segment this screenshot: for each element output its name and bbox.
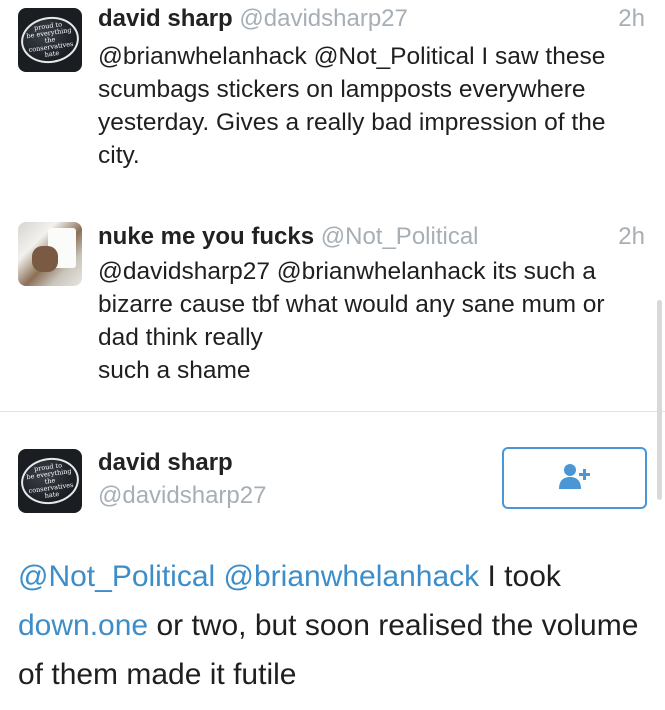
- author-name[interactable]: david sharp @davidsharp27: [98, 5, 408, 33]
- scrollbar[interactable]: [657, 300, 662, 500]
- follow-button[interactable]: [502, 447, 647, 509]
- divider: [0, 411, 665, 412]
- add-user-icon: [558, 462, 592, 495]
- tweet-text: @davidsharp27 @brianwhelanhack its such …: [98, 255, 648, 387]
- avatar[interactable]: proud to be everything the conservatives…: [18, 449, 82, 513]
- mention-link[interactable]: @Not_Political: [18, 560, 215, 593]
- author-handle: @davidsharp27: [239, 5, 408, 32]
- tweet-item[interactable]: nuke me you fucks @Not_Political 2h @dav…: [0, 210, 665, 410]
- mention-link[interactable]: @brianwhelanhack: [224, 560, 480, 593]
- author-name[interactable]: nuke me you fucks @Not_Political: [98, 223, 479, 251]
- url-link[interactable]: down.one: [18, 609, 148, 642]
- tweet-text: @Not_Political @brianwhelanhack I took d…: [18, 552, 648, 699]
- badge-text-line: hate: [44, 489, 60, 500]
- avatar[interactable]: [18, 222, 82, 286]
- timestamp: 2h: [618, 223, 645, 250]
- avatar[interactable]: proud to be everything the conservatives…: [18, 8, 82, 72]
- tweet-body: such a shame: [98, 357, 251, 384]
- timestamp: 2h: [618, 5, 645, 32]
- badge-text-line: hate: [44, 48, 60, 59]
- tweet-body: I took: [487, 560, 561, 593]
- tweet-text: @brianwhelanhack @Not_Political I saw th…: [98, 40, 648, 172]
- author-handle[interactable]: @davidsharp27: [98, 482, 266, 510]
- author-display-name[interactable]: david sharp: [98, 449, 233, 477]
- author-handle: @Not_Political: [320, 223, 479, 250]
- mention-link[interactable]: @Not_Political: [314, 43, 475, 70]
- tweet-item[interactable]: proud to be everything the conservatives…: [0, 0, 665, 200]
- mention-link[interactable]: @davidsharp27: [98, 258, 270, 285]
- mention-link[interactable]: @brianwhelanhack: [98, 43, 307, 70]
- mention-link[interactable]: @brianwhelanhack: [277, 258, 486, 285]
- author-display-name: nuke me you fucks: [98, 223, 315, 250]
- author-display-name: david sharp: [98, 5, 233, 32]
